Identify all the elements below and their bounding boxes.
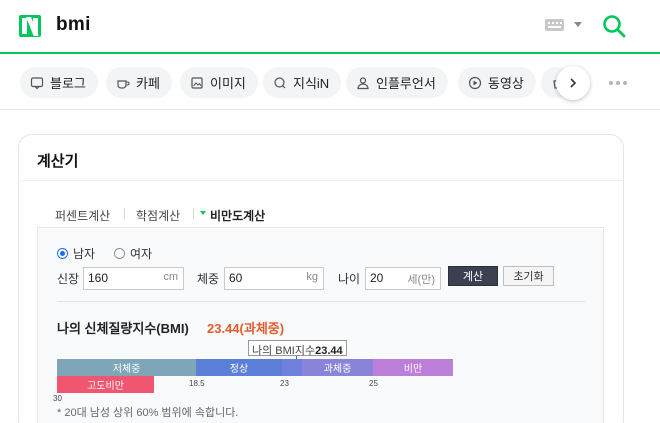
search-header: bmi xyxy=(0,0,660,54)
more-menu-icon[interactable] xyxy=(609,81,627,85)
weight-label: 체중 xyxy=(197,272,220,286)
divider xyxy=(57,301,585,302)
divider xyxy=(19,180,623,181)
cafe-icon xyxy=(117,79,130,89)
bmi-segment-normal: 정상 xyxy=(196,359,282,376)
subtab-grade[interactable]: 학점계산 xyxy=(136,207,180,224)
tab-cafe[interactable]: 카페 xyxy=(106,67,172,98)
tab-label: 블로그 xyxy=(50,76,86,91)
tab-influencer[interactable]: 인플루언서 xyxy=(346,67,448,98)
chevron-right-icon xyxy=(570,78,577,88)
weight-unit: kg xyxy=(306,271,318,283)
bmi-segment-overweight: 과체중 xyxy=(302,359,373,376)
marker-value: 23.44 xyxy=(315,345,343,357)
radio-checked-icon xyxy=(57,248,68,259)
radio-label: 남자 xyxy=(73,247,96,261)
tab-blog[interactable]: 블로그 xyxy=(20,67,98,98)
segment-label: 정상 xyxy=(229,364,249,375)
keyboard-icon[interactable] xyxy=(545,19,564,31)
bmi-result-title: 나의 신체질량지수(BMI) xyxy=(57,321,189,336)
height-input[interactable] xyxy=(88,271,158,285)
bmi-footnote: * 20대 남성 상위 60% 범위에 속합니다. xyxy=(57,407,239,419)
bmi-result-value: 23.44(과체중) xyxy=(207,321,285,336)
tick-label: 25 xyxy=(369,379,378,388)
image-icon xyxy=(191,76,203,89)
height-label: 신장 xyxy=(57,272,80,286)
marker-text: 나의 BMI지수 xyxy=(252,345,316,357)
height-field[interactable]: cm xyxy=(83,267,184,290)
tab-image[interactable]: 이미지 xyxy=(180,67,258,98)
age-input[interactable] xyxy=(370,271,406,285)
bmi-segment-severe-obese: 고도비만 xyxy=(57,376,154,393)
segment-label: 저체중 xyxy=(112,364,141,375)
blog-icon xyxy=(30,76,44,89)
card-title: 계산기 xyxy=(37,153,79,170)
divider xyxy=(124,208,125,219)
play-icon xyxy=(468,76,482,89)
segment-label: 과체중 xyxy=(323,364,352,375)
tab-label: 동영상 xyxy=(488,76,524,91)
bmi-segment-obese: 비만 xyxy=(373,359,453,376)
subtab-percent[interactable]: 퍼센트계산 xyxy=(55,207,110,224)
weight-input[interactable] xyxy=(229,271,299,285)
segment-label: 비만 xyxy=(403,364,423,375)
bmi-segment-normal-tail xyxy=(282,359,302,376)
person-icon xyxy=(357,76,369,89)
tab-video[interactable]: 동영상 xyxy=(458,67,536,98)
chevron-down-icon[interactable] xyxy=(574,22,582,27)
age-field[interactable]: 세(만) xyxy=(365,267,441,290)
tab-label: 카페 xyxy=(136,76,160,91)
tick-label: 18.5 xyxy=(189,379,205,388)
bmi-marker-label: 나의 BMI지수23.44 xyxy=(248,340,347,357)
radio-label: 여자 xyxy=(130,247,153,261)
tab-scroll-next-button[interactable] xyxy=(556,66,590,100)
subtab-bmi[interactable]: 비만도계산 xyxy=(210,207,265,224)
divider xyxy=(193,208,194,219)
naver-logo-icon[interactable] xyxy=(19,15,41,37)
tab-label: 이미지 xyxy=(210,76,246,91)
calculate-button[interactable]: 계산 xyxy=(448,266,498,286)
tab-label: 지식iN xyxy=(293,76,330,91)
segment-label: 고도비만 xyxy=(87,381,124,392)
calculator-subtabs xyxy=(37,198,604,228)
active-indicator-icon xyxy=(200,211,206,215)
bmi-segment-underweight: 저체중 xyxy=(57,359,196,376)
age-label: 나이 xyxy=(338,272,361,286)
tab-qna[interactable]: 지식iN xyxy=(263,67,342,98)
height-unit: cm xyxy=(163,271,178,283)
reset-button[interactable]: 초기화 xyxy=(503,266,554,286)
search-icon[interactable] xyxy=(601,13,627,39)
tab-label: 인플루언서 xyxy=(376,76,436,91)
tick-label: 23 xyxy=(280,379,289,388)
tick-label: 30 xyxy=(53,394,62,403)
qna-icon xyxy=(274,76,286,88)
age-unit: 세(만) xyxy=(407,274,435,286)
search-query[interactable]: bmi xyxy=(56,14,91,36)
gender-female-radio[interactable]: 여자 xyxy=(114,245,152,262)
radio-unchecked-icon xyxy=(114,248,125,259)
weight-field[interactable]: kg xyxy=(224,267,324,290)
gender-male-radio[interactable]: 남자 xyxy=(57,245,95,262)
